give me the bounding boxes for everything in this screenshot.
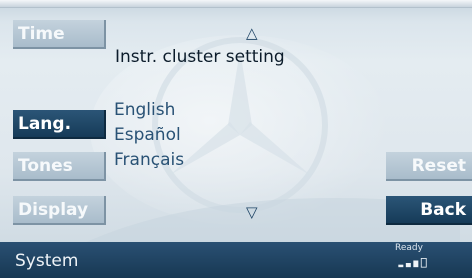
language-list: English Español Français bbox=[114, 98, 184, 173]
page-title: Instr. cluster setting bbox=[115, 47, 285, 67]
scroll-up-icon[interactable]: △ bbox=[246, 26, 258, 41]
reset-button[interactable]: Reset bbox=[386, 152, 472, 181]
system-settings-screen: Time Lang. Tones Display Reset Back △ ▽ … bbox=[0, 0, 472, 278]
tones-menu-button[interactable]: Tones bbox=[13, 152, 106, 181]
ready-label: Ready bbox=[395, 243, 423, 253]
status-bar: System Ready bbox=[0, 242, 472, 278]
status-title: System bbox=[15, 251, 79, 271]
language-option-francais[interactable]: Français bbox=[114, 148, 184, 173]
lang-menu-button[interactable]: Lang. bbox=[13, 110, 106, 139]
time-menu-button[interactable]: Time bbox=[13, 20, 106, 49]
language-option-espanol[interactable]: Español bbox=[114, 123, 184, 148]
display-menu-button[interactable]: Display bbox=[13, 196, 106, 225]
signal-strength-icon bbox=[398, 258, 427, 268]
scroll-down-icon[interactable]: ▽ bbox=[246, 205, 258, 220]
back-button[interactable]: Back bbox=[386, 196, 472, 225]
language-option-english[interactable]: English bbox=[114, 98, 184, 123]
